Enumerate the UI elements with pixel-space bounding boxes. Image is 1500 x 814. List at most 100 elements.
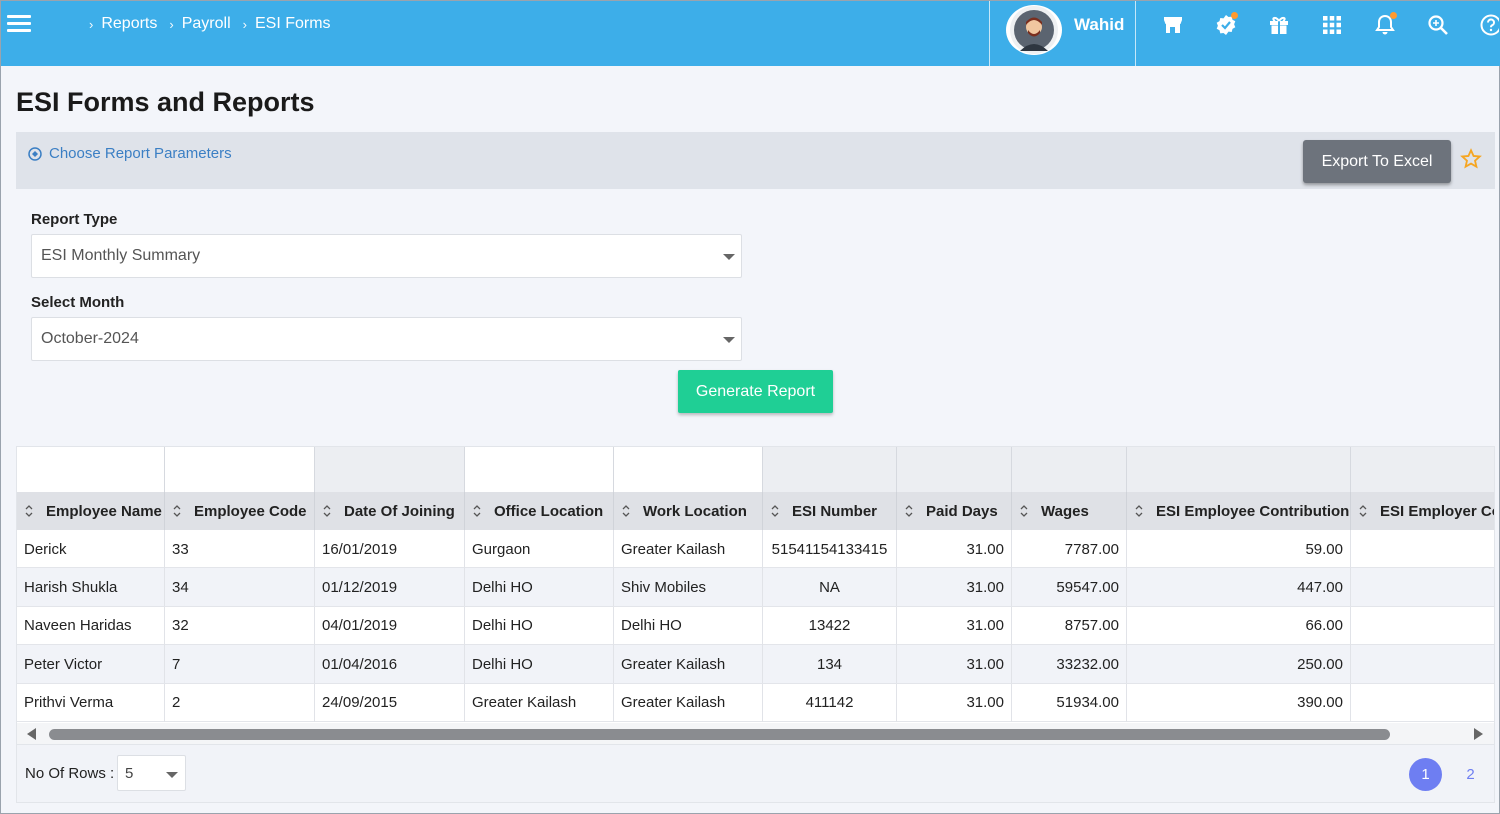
search-zoom-icon[interactable] [1426, 13, 1456, 39]
avatar[interactable] [1006, 5, 1062, 55]
caret-down-icon [166, 772, 178, 778]
select-month-select[interactable]: October-2024 [31, 317, 742, 361]
gift-icon[interactable] [1267, 13, 1297, 39]
top-icons [1161, 12, 1499, 39]
chevron-right-icon: › [89, 16, 94, 32]
sort-icon[interactable] [172, 504, 182, 518]
cell-wages: 51934.00 [1012, 683, 1127, 722]
column-header-esi-number[interactable]: ESI Number [763, 492, 897, 530]
breadcrumb-reports[interactable]: Reports [101, 15, 157, 33]
cell-esi-employer-co [1351, 684, 1494, 722]
cell-date-of-joining: 01/04/2016 [315, 645, 465, 684]
column-header-date-of-joining[interactable]: Date Of Joining [315, 492, 465, 530]
sort-icon[interactable] [1358, 504, 1368, 518]
column-header-label: ESI Employee Contribution [1156, 502, 1350, 520]
cell-esi-number: 51541154133415 [763, 530, 897, 568]
column-header-employee-code[interactable]: Employee Code [165, 492, 315, 530]
column-header-label: Wages [1041, 502, 1089, 520]
cell-paid-days: 31.00 [897, 645, 1012, 684]
select-month-label: Select Month [31, 294, 125, 311]
filter-cell-date-of-joining [315, 447, 465, 492]
cell-employee-name: Naveen Haridas [17, 606, 165, 645]
cell-wages: 33232.00 [1012, 645, 1127, 684]
rows-per-page-label: No Of Rows : [25, 765, 115, 782]
cell-employee-name: Harish Shukla [17, 568, 165, 607]
sort-icon[interactable] [1134, 504, 1144, 518]
cell-date-of-joining: 16/01/2019 [315, 530, 465, 568]
cell-date-of-joining: 24/09/2015 [315, 683, 465, 722]
filter-cell-work-location[interactable] [614, 447, 763, 492]
column-header-label: Paid Days [926, 502, 998, 520]
sort-icon[interactable] [24, 504, 34, 518]
page-1-button[interactable]: 1 [1409, 758, 1442, 791]
verified-badge-icon[interactable] [1214, 12, 1244, 39]
help-icon[interactable] [1479, 13, 1499, 39]
table-row[interactable]: Harish Shukla 34 01/12/2019 Delhi HO Shiv Mo… [17, 568, 1494, 607]
filter-cell-employee-code[interactable] [165, 447, 315, 492]
generate-report-button[interactable]: Generate Report [678, 370, 833, 413]
column-header-paid-days[interactable]: Paid Days [897, 492, 1012, 530]
cell-esi-employee-contribution: 250.00 [1127, 645, 1351, 684]
sort-icon[interactable] [322, 504, 332, 518]
column-header-label: Work Location [643, 502, 747, 520]
scrollbar-thumb[interactable] [49, 729, 1390, 740]
cell-paid-days: 31.00 [897, 683, 1012, 722]
filter-cell-office-location[interactable] [465, 447, 614, 492]
store-icon[interactable] [1161, 13, 1191, 39]
cell-paid-days: 31.00 [897, 606, 1012, 645]
cell-esi-employee-contribution: 447.00 [1127, 568, 1351, 607]
user-menu[interactable]: Wahid [989, 1, 1136, 66]
filter-cell-employee-name[interactable] [17, 447, 165, 492]
cell-esi-employer-co [1351, 645, 1494, 683]
column-header-employee-name[interactable]: Employee Name [17, 492, 165, 530]
cell-esi-employer-co [1351, 568, 1494, 606]
horizontal-scrollbar[interactable] [17, 723, 1494, 744]
sort-icon[interactable] [770, 504, 780, 518]
column-header-office-location[interactable]: Office Location [465, 492, 614, 530]
breadcrumb-payroll[interactable]: Payroll [182, 15, 231, 33]
cell-paid-days: 31.00 [897, 530, 1012, 568]
column-header-esi-employee-contribution[interactable]: ESI Employee Contribution [1127, 492, 1351, 530]
sort-icon[interactable] [1019, 504, 1029, 518]
page-2-button[interactable]: 2 [1454, 758, 1487, 791]
notification-dot [1231, 12, 1238, 19]
menu-icon[interactable] [7, 15, 31, 35]
column-header-esi-employer-co[interactable]: ESI Employer Co [1351, 492, 1494, 530]
column-header-label: Employee Code [194, 502, 307, 520]
report-parameters-form: Report Type ESI Monthly Summary Select M… [16, 189, 1495, 438]
report-type-select[interactable]: ESI Monthly Summary [31, 234, 742, 278]
esi-report-grid: Employee Name Employee Code Date Of Joinin… [16, 446, 1495, 745]
cell-wages: 8757.00 [1012, 606, 1127, 645]
column-header-work-location[interactable]: Work Location [614, 492, 763, 530]
scroll-left-arrow-icon[interactable] [27, 728, 36, 740]
scroll-right-arrow-icon[interactable] [1474, 728, 1483, 740]
cell-date-of-joining: 04/01/2019 [315, 606, 465, 645]
cell-work-location: Greater Kailash [614, 683, 763, 722]
bell-icon[interactable] [1373, 12, 1403, 39]
filter-row [17, 447, 1494, 492]
page-title: ESI Forms and Reports [16, 87, 315, 117]
sort-icon[interactable] [621, 504, 631, 518]
apps-grid-icon[interactable] [1320, 13, 1350, 39]
cell-employee-name: Derick [17, 530, 165, 568]
chevron-right-icon: › [242, 16, 247, 32]
cell-esi-number: 134 [763, 645, 897, 684]
star-icon[interactable] [1460, 148, 1482, 170]
export-to-excel-button[interactable]: Export To Excel [1303, 140, 1451, 183]
table-row[interactable]: Derick 33 16/01/2019 Gurgaon Greater Kailash… [17, 530, 1494, 569]
rows-per-page-select[interactable]: 5 [117, 755, 186, 791]
table-row[interactable]: Peter Victor 7 01/04/2016 Delhi HO Greater K… [17, 645, 1494, 684]
report-type-label: Report Type [31, 211, 118, 228]
choose-report-parameters-link[interactable]: Choose Report Parameters [28, 145, 232, 162]
column-header-label: Office Location [494, 502, 604, 520]
filter-cell-wages [1012, 447, 1127, 492]
sort-icon[interactable] [904, 504, 914, 518]
table-row[interactable]: Naveen Haridas 32 04/01/2019 Delhi HO Delhi … [17, 606, 1494, 646]
table-row[interactable]: Prithvi Verma 2 24/09/2015 Greater Kailash G… [17, 683, 1494, 722]
user-name[interactable]: Wahid [1074, 15, 1124, 35]
caret-down-icon [723, 254, 735, 260]
cell-wages: 59547.00 [1012, 568, 1127, 607]
sort-icon[interactable] [472, 504, 482, 518]
column-header-wages[interactable]: Wages [1012, 492, 1127, 530]
cell-employee-name: Peter Victor [17, 645, 165, 684]
